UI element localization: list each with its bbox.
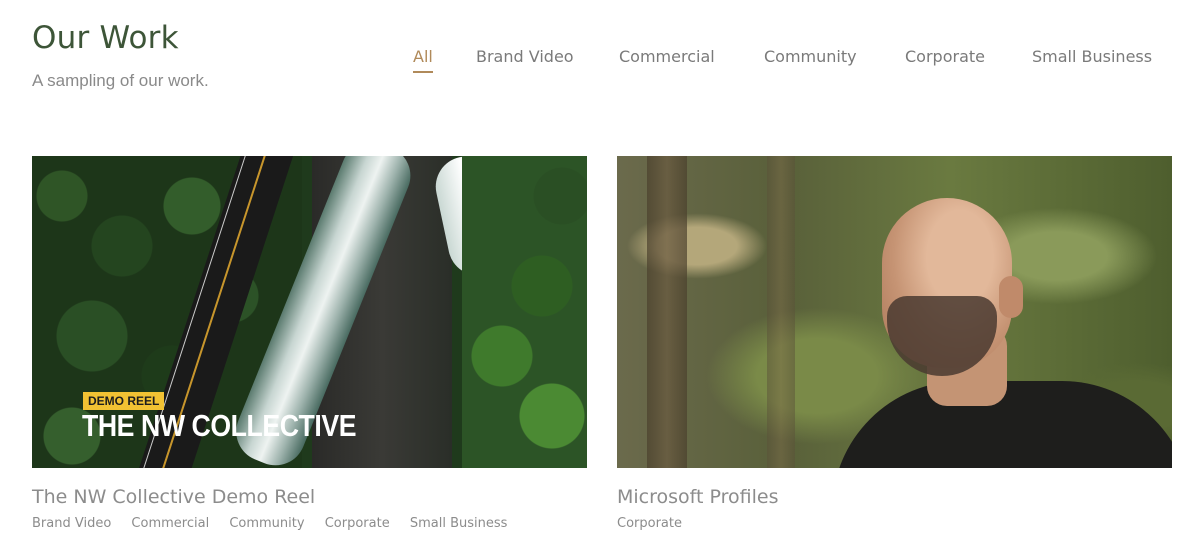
tag-commercial[interactable]: Commercial [131,516,209,531]
video-thumbnail[interactable] [617,156,1172,468]
tag-corporate[interactable]: Corporate [325,516,390,531]
work-card-nw-collective: DEMO REEL THE NW COLLECTIVE The NW Colle… [32,156,587,531]
filter-brand-video[interactable]: Brand Video [476,47,574,66]
category-filter-nav: All Brand Video Commercial Community Cor… [0,47,1196,77]
filter-all[interactable]: All [413,47,433,73]
thumbnail-title-text: THE NW COLLECTIVE [82,408,357,443]
filter-commercial[interactable]: Commercial [619,47,715,66]
tree-trunk-image-area [767,156,795,468]
tree-trunk-image-area [647,156,687,468]
tag-small-business[interactable]: Small Business [410,516,508,531]
card-title[interactable]: The NW Collective Demo Reel [32,486,315,508]
tag-community[interactable]: Community [229,516,304,531]
work-card-microsoft-profiles: Microsoft Profiles Corporate [617,156,1172,531]
tag-corporate[interactable]: Corporate [617,516,682,531]
person-ear-image-area [999,276,1023,318]
video-thumbnail[interactable]: DEMO REEL THE NW COLLECTIVE [32,156,587,468]
tag-brand-video[interactable]: Brand Video [32,516,111,531]
filter-corporate[interactable]: Corporate [905,47,985,66]
card-tags: Corporate [617,516,698,531]
forest-image-area-right [462,156,587,468]
card-title[interactable]: Microsoft Profiles [617,486,778,508]
filter-small-business[interactable]: Small Business [1032,47,1152,66]
filter-community[interactable]: Community [764,47,857,66]
card-tags: Brand Video Commercial Community Corpora… [32,516,523,531]
